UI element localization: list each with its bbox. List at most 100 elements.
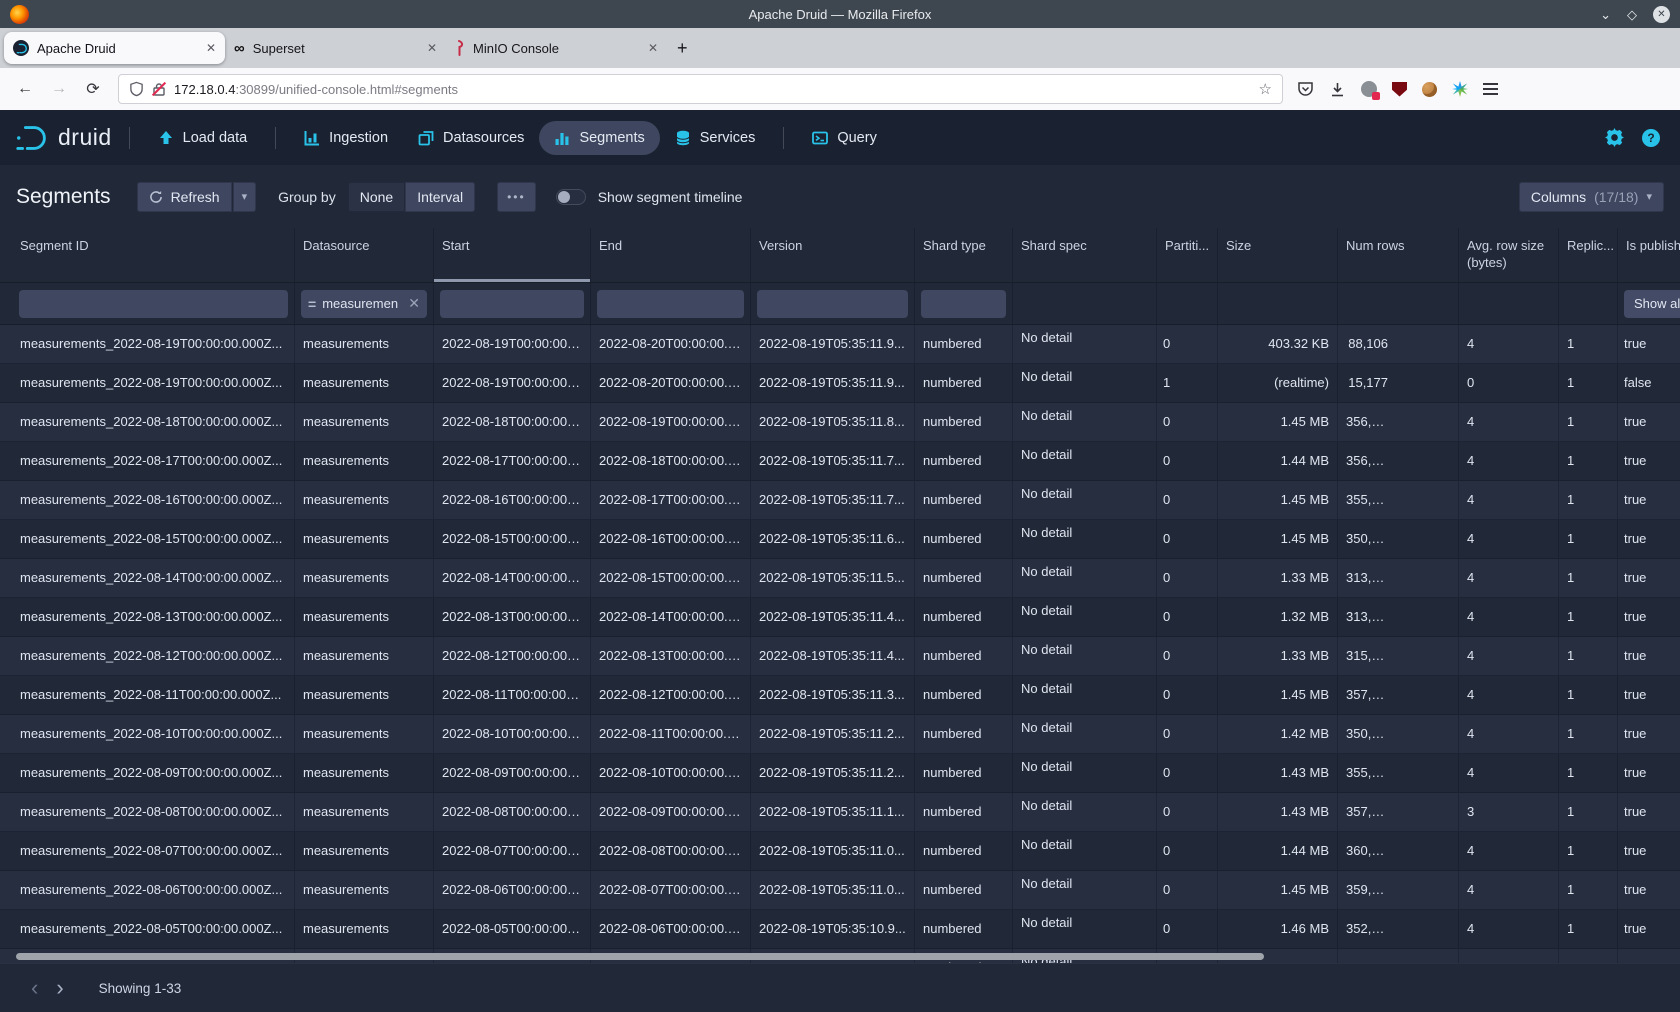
- table-cell[interactable]: 2022-08-15T00:00:00.0...: [434, 520, 591, 558]
- table-cell[interactable]: true: [1618, 637, 1680, 675]
- table-cell[interactable]: 2022-08-19T05:35:11.5...: [751, 559, 915, 597]
- table-cell[interactable]: 2022-08-18T00:00:00.0...: [591, 442, 751, 480]
- shield-icon[interactable]: [129, 81, 144, 97]
- table-cell[interactable]: measurements: [295, 637, 434, 675]
- table-cell[interactable]: 1: [1559, 364, 1618, 402]
- table-cell[interactable]: 15,177: [1338, 364, 1459, 402]
- table-cell[interactable]: No detail: [1013, 754, 1157, 792]
- table-cell[interactable]: measurements_2022-08-18T00:00:00.000Z...: [0, 403, 295, 441]
- table-cell[interactable]: [1338, 949, 1459, 963]
- extension-icon[interactable]: [1361, 81, 1377, 97]
- table-cell[interactable]: 2022-08-11T00:00:00.0...: [434, 676, 591, 714]
- tab-close-icon[interactable]: ✕: [427, 41, 437, 55]
- table-cell[interactable]: 2022-08-19T05:35:11.7...: [751, 442, 915, 480]
- table-cell[interactable]: measurements_2022-08-12T00:00:00.000Z...: [0, 637, 295, 675]
- table-cell[interactable]: measurements: [295, 481, 434, 519]
- table-cell[interactable]: No detail: [1013, 598, 1157, 636]
- table-row[interactable]: measurements_2022-08-08T00:00:00.000Z...…: [0, 793, 1680, 832]
- column-header-avg-row-size[interactable]: Avg. row size (bytes): [1459, 228, 1559, 282]
- table-cell[interactable]: No detail: [1013, 793, 1157, 831]
- table-cell[interactable]: 2022-08-19T05:35:11.9...: [751, 325, 915, 363]
- table-row[interactable]: measurements_2022-08-11T00:00:00.000Z...…: [0, 676, 1680, 715]
- table-cell[interactable]: 4: [1459, 442, 1559, 480]
- table-cell[interactable]: 0: [1157, 520, 1218, 558]
- table-cell[interactable]: 1: [1559, 637, 1618, 675]
- table-cell[interactable]: measurements_2022-08-14T00:00:00.000Z...: [0, 559, 295, 597]
- table-cell[interactable]: (realtime): [1218, 364, 1338, 402]
- table-cell[interactable]: 1: [1559, 481, 1618, 519]
- table-row[interactable]: measurements_2022-08-19T00:00:00.000Z...…: [0, 364, 1680, 403]
- new-tab-button[interactable]: +: [677, 38, 688, 59]
- menu-icon[interactable]: [1483, 83, 1498, 95]
- table-cell[interactable]: 2022-08-11T00:00:00.0...: [591, 715, 751, 753]
- table-cell[interactable]: true: [1618, 442, 1680, 480]
- gear-icon[interactable]: [1605, 128, 1624, 147]
- back-icon[interactable]: ←: [10, 74, 40, 104]
- table-cell[interactable]: numbered: [915, 559, 1013, 597]
- table-row[interactable]: measurements_2022-08-16T00:00:00.000Z...…: [0, 481, 1680, 520]
- table-cell[interactable]: measurements: [295, 676, 434, 714]
- table-cell[interactable]: measurements_2022-08-08T00:00:00.000Z...: [0, 793, 295, 831]
- asterisk-extension-icon[interactable]: [1452, 81, 1468, 97]
- remove-filter-icon[interactable]: ✕: [408, 295, 420, 312]
- table-cell[interactable]: 0: [1157, 715, 1218, 753]
- table-cell[interactable]: No detail: [1013, 364, 1157, 402]
- column-header-replication[interactable]: Replic...: [1559, 228, 1618, 282]
- table-cell[interactable]: numbered: [915, 715, 1013, 753]
- table-cell[interactable]: 2022-08-05T00:00:00.0...: [434, 910, 591, 948]
- table-cell[interactable]: 2022-08-14T00:00:00.0...: [591, 598, 751, 636]
- table-cell[interactable]: 0: [1157, 676, 1218, 714]
- table-cell[interactable]: true: [1618, 793, 1680, 831]
- table-cell[interactable]: 1.32 MB: [1218, 598, 1338, 636]
- table-cell[interactable]: numbered: [915, 403, 1013, 441]
- table-cell[interactable]: 2022-08-19T05:35:11.6...: [751, 520, 915, 558]
- table-cell[interactable]: measurements: [295, 832, 434, 870]
- table-cell[interactable]: 4: [1459, 520, 1559, 558]
- table-cell[interactable]: 0: [1157, 910, 1218, 948]
- table-cell[interactable]: [1618, 949, 1680, 963]
- column-header-end[interactable]: End: [591, 228, 751, 282]
- maximize-icon[interactable]: ◇: [1627, 8, 1637, 21]
- table-cell[interactable]: numbered: [915, 871, 1013, 909]
- minimize-icon[interactable]: ⌄: [1600, 8, 1611, 21]
- table-cell[interactable]: 2022-08-19T00:00:00.0...: [434, 364, 591, 402]
- table-cell[interactable]: measurements_2022-08-09T00:00:00.000Z...: [0, 754, 295, 792]
- table-cell[interactable]: 1.43 MB: [1218, 754, 1338, 792]
- table-cell[interactable]: 360,570: [1338, 832, 1459, 870]
- table-cell[interactable]: 0: [1459, 364, 1559, 402]
- table-cell[interactable]: 352,297: [1338, 910, 1459, 948]
- refresh-dropdown-button[interactable]: ▾: [233, 182, 257, 212]
- table-row[interactable]: measurements_2022-08-05T00:00:00.000Z...…: [0, 910, 1680, 949]
- table-cell[interactable]: 2022-08-07T00:00:00.0...: [591, 871, 751, 909]
- column-header-start[interactable]: Start: [434, 228, 591, 282]
- table-cell[interactable]: 0: [1157, 403, 1218, 441]
- table-cell[interactable]: measurements_2022-08-11T00:00:00.000Z...: [0, 676, 295, 714]
- table-cell[interactable]: No detail: [1013, 481, 1157, 519]
- table-cell[interactable]: 2022-08-19T05:35:11.0...: [751, 832, 915, 870]
- table-row[interactable]: measurements_2022-08-10T00:00:00.000Z...…: [0, 715, 1680, 754]
- segment-timeline-toggle[interactable]: [556, 189, 586, 205]
- nav-item-segments[interactable]: Segments: [539, 121, 659, 155]
- table-cell[interactable]: 2022-08-15T00:00:00.0...: [591, 559, 751, 597]
- forward-icon[interactable]: →: [44, 74, 74, 104]
- nav-item-datasources[interactable]: Datasources: [403, 121, 539, 155]
- column-header-segment-id[interactable]: Segment ID: [0, 228, 295, 282]
- table-cell[interactable]: measurements_2022-08-06T00:00:00.000Z...: [0, 871, 295, 909]
- table-cell[interactable]: 1: [1559, 403, 1618, 441]
- table-cell[interactable]: numbered: [915, 832, 1013, 870]
- table-cell[interactable]: true: [1618, 715, 1680, 753]
- table-cell[interactable]: No detail: [1013, 520, 1157, 558]
- table-cell[interactable]: No detail: [1013, 715, 1157, 753]
- table-cell[interactable]: measurements: [295, 910, 434, 948]
- table-cell[interactable]: 2022-08-19T05:35:11.7...: [751, 481, 915, 519]
- table-cell[interactable]: 1: [1559, 793, 1618, 831]
- table-cell[interactable]: 1.45 MB: [1218, 676, 1338, 714]
- table-cell[interactable]: [1559, 949, 1618, 963]
- column-header-datasource[interactable]: Datasource: [295, 228, 434, 282]
- refresh-button[interactable]: Refresh: [137, 182, 232, 212]
- table-cell[interactable]: 1.45 MB: [1218, 481, 1338, 519]
- table-cell[interactable]: true: [1618, 520, 1680, 558]
- table-cell[interactable]: true: [1618, 403, 1680, 441]
- table-cell[interactable]: [1459, 949, 1559, 963]
- table-cell[interactable]: numbered: [915, 442, 1013, 480]
